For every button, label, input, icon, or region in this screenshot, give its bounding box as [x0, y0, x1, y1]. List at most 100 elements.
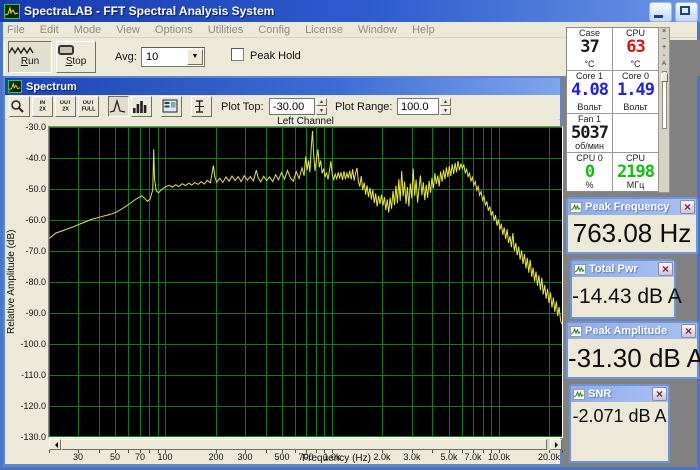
- zoom-out-2x-icon: OUT2X: [57, 98, 74, 113]
- spin-up-icon[interactable]: ▲: [316, 98, 327, 106]
- run-button[interactable]: Run: [8, 41, 52, 73]
- scroll-left-arrow[interactable]: [49, 439, 61, 450]
- scrollbar-thumb[interactable]: [61, 439, 547, 450]
- menu-item-view[interactable]: View: [116, 24, 140, 36]
- display-options-icon: [162, 99, 181, 113]
- spectrum-title-bar[interactable]: Spectrum: [5, 78, 560, 95]
- monitor-cell-value: 63: [613, 39, 658, 56]
- spectrum-icon: [8, 80, 22, 93]
- bar-graph-mode-button[interactable]: [131, 96, 152, 117]
- y-tick-label: -80.0: [7, 277, 46, 287]
- x-tick-mark: [562, 450, 563, 453]
- close-icon[interactable]: ×: [659, 28, 669, 36]
- maximize-button[interactable]: [675, 2, 698, 22]
- close-icon[interactable]: ×: [658, 262, 673, 276]
- menu-item-window[interactable]: Window: [358, 24, 397, 36]
- move-icon[interactable]: +: [659, 44, 669, 52]
- peak-frequency-value: 763.08 Hz: [568, 215, 696, 252]
- spectrum-window-title: Spectrum: [26, 81, 77, 93]
- zoom-in-2x-button[interactable]: IN2X: [32, 96, 53, 117]
- monitor-cell-case: Case37°C: [567, 28, 612, 70]
- peak-amplitude-value: -31.30 dB A: [568, 339, 697, 377]
- plot-horizontal-scrollbar[interactable]: [49, 439, 562, 450]
- scroll-right-arrow[interactable]: [550, 439, 562, 450]
- magnifier-icon: [10, 99, 29, 114]
- peak-hold-checkbox[interactable]: [231, 48, 244, 61]
- marker-icon: [192, 99, 211, 114]
- spin-down-icon[interactable]: ▼: [316, 107, 327, 115]
- snr-title-bar[interactable]: SNR×: [571, 386, 668, 402]
- minimize-icon: [654, 15, 663, 18]
- y-tick-label: -60.0: [7, 215, 46, 225]
- close-icon[interactable]: ×: [680, 200, 695, 214]
- plot-range-spinner[interactable]: ▲▼: [440, 98, 451, 115]
- monitor-cell-value: 4.08: [567, 82, 612, 99]
- plot-frame: [48, 126, 563, 438]
- plot-top-input[interactable]: -30.00: [269, 98, 315, 115]
- maximize-icon: [680, 6, 690, 15]
- display-options-button[interactable]: [161, 96, 182, 117]
- window-icon[interactable]: ▫: [659, 52, 669, 60]
- monitor-cell-core-1: Core 14.08Вольт: [567, 71, 612, 113]
- total-pwr-title: Total Pwr: [589, 263, 638, 275]
- y-tick-label: -130.0: [7, 432, 46, 442]
- minimize-icon[interactable]: −: [659, 36, 669, 44]
- peak-curve-icon: [109, 99, 128, 114]
- avg-combobox[interactable]: 10 ▼: [141, 47, 205, 67]
- menu-item-license[interactable]: License: [305, 24, 343, 36]
- y-tick-label: -110.0: [7, 370, 46, 380]
- monitor-cell-value: 2198: [613, 164, 658, 181]
- total-pwr-title-bar[interactable]: Total Pwr ×: [572, 261, 674, 277]
- run-button-label: Run: [9, 56, 51, 67]
- hardware-monitor-panel: Case37°CCPU63°CCore 14.08ВольтCore 01.49…: [566, 27, 659, 192]
- peak-frequency-panel: Peak Frequency ×763.08 Hz: [566, 197, 698, 254]
- x-axis-label: Frequency (Hz): [49, 453, 562, 464]
- monitor-cell-cpu: CPU2198МГц: [613, 153, 658, 191]
- monitor-cell-empty: [613, 114, 658, 152]
- menu-item-file[interactable]: File: [7, 24, 25, 36]
- y-tick-label: -120.0: [7, 401, 46, 411]
- peak-frequency-title-bar[interactable]: Peak Frequency ×: [568, 199, 696, 215]
- spin-down-icon[interactable]: ▼: [440, 107, 451, 115]
- menu-item-utilities[interactable]: Utilities: [208, 24, 243, 36]
- menu-item-options[interactable]: Options: [155, 24, 193, 36]
- peak-amplitude-title-bar[interactable]: Peak Amplitude×: [568, 323, 697, 339]
- monitor-slider-thumb[interactable]: [661, 73, 668, 82]
- title-bar[interactable]: SpectraLAB - FFT Spectral Analysis Syste…: [0, 0, 700, 22]
- peak-curve-mode-button[interactable]: [108, 96, 129, 117]
- bar-graph-icon: [132, 99, 151, 114]
- chart-area: Left Channel Relative Amplitude (dB) -30…: [7, 119, 558, 462]
- snr-panel: SNR×-2.071 dB A: [569, 384, 670, 463]
- zoom-out-2x-button[interactable]: OUT2X: [55, 96, 76, 117]
- menu-item-edit[interactable]: Edit: [40, 24, 59, 36]
- zoom-out-full-button[interactable]: OUTFULL: [78, 96, 99, 117]
- lock-icon[interactable]: A: [659, 60, 669, 68]
- menu-item-config[interactable]: Config: [258, 24, 290, 36]
- menu-item-help[interactable]: Help: [412, 24, 435, 36]
- monitor-slider[interactable]: [662, 71, 667, 129]
- snr-value: -2.071 dB A: [571, 402, 668, 461]
- peak-frequency-title: Peak Frequency: [585, 201, 669, 213]
- y-tick-label: -40.0: [7, 153, 46, 163]
- total-pwr-value: -14.43 dB A: [572, 277, 674, 317]
- main-window: SpectraLAB - FFT Spectral Analysis Syste…: [0, 0, 700, 470]
- stop-icon: [57, 45, 75, 56]
- monitor-cell-cpu-0: CPU 00%: [567, 153, 612, 191]
- menu-item-mode[interactable]: Mode: [74, 24, 102, 36]
- chevron-down-icon[interactable]: ▼: [187, 49, 203, 65]
- monitor-cell-value: 0: [567, 164, 612, 181]
- close-icon[interactable]: ×: [652, 387, 667, 401]
- close-icon[interactable]: ×: [681, 324, 696, 338]
- avg-label: Avg:: [115, 51, 137, 63]
- marker-tool-button[interactable]: [191, 96, 212, 117]
- y-tick-label: -70.0: [7, 246, 46, 256]
- zoom-tool-button[interactable]: [9, 96, 30, 117]
- monitor-cell-unit: °C: [567, 59, 612, 69]
- minimize-button[interactable]: [649, 2, 672, 22]
- spectrum-plot[interactable]: [49, 127, 562, 437]
- plot-range-input[interactable]: 100.0: [397, 98, 439, 115]
- plot-top-spinner[interactable]: ▲▼: [316, 98, 327, 115]
- stop-button-label: Stop: [57, 56, 95, 67]
- stop-button[interactable]: Stop: [56, 41, 96, 73]
- spin-up-icon[interactable]: ▲: [440, 98, 451, 106]
